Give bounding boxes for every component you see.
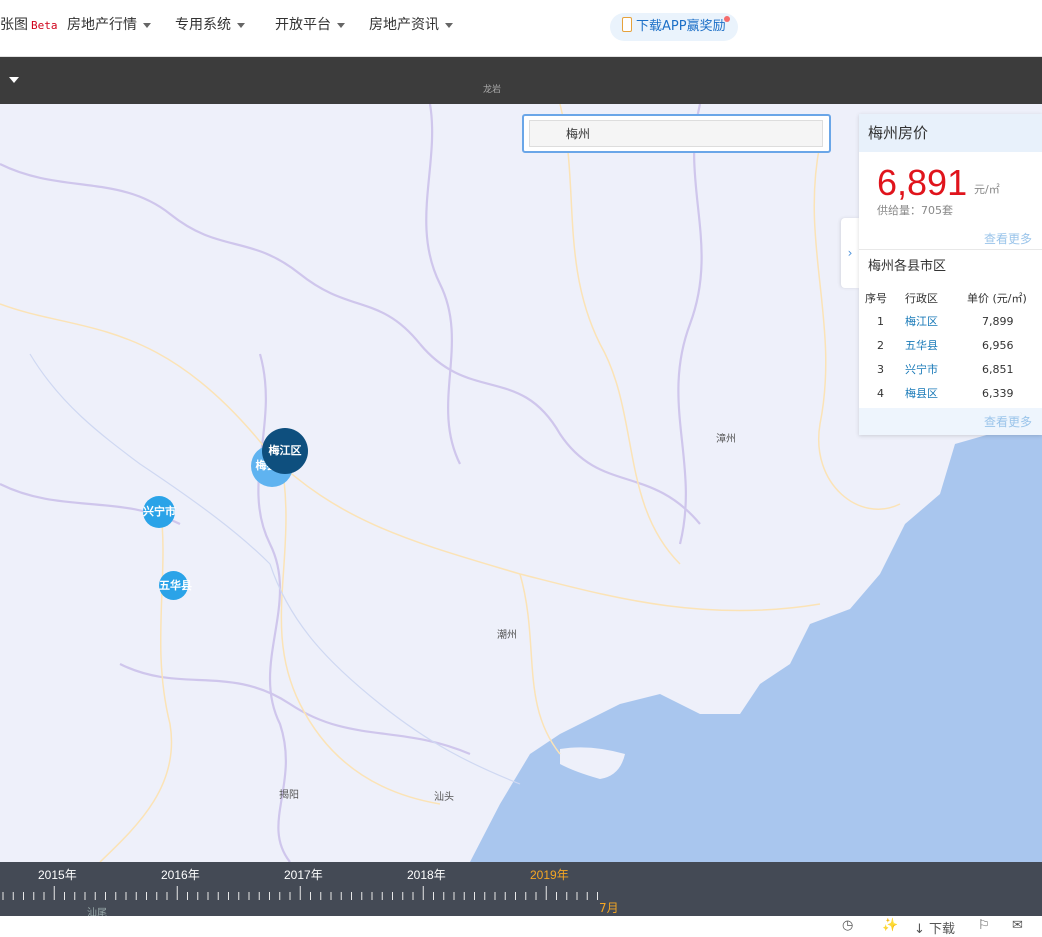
timeline-year[interactable]: 2017年 <box>284 866 323 883</box>
download-button[interactable]: ↓ 下载 <box>914 918 955 937</box>
col-district: 行政区 <box>905 292 938 305</box>
dropdown-icon[interactable] <box>9 77 19 83</box>
row-price: 7,899 <box>982 314 1014 328</box>
district-table: 序号 行政区 单价 (元/㎡) 1 梅江区 7,899 2 五华县 6,956 … <box>864 287 1039 405</box>
share-icon[interactable]: ✉ <box>1012 918 1023 933</box>
map-label: 汕头 <box>434 792 454 803</box>
chevron-down-icon <box>237 22 245 28</box>
timeline-year[interactable]: 2018年 <box>407 866 446 883</box>
col-price: 单价 (元/㎡) <box>967 292 1027 305</box>
row-district-link[interactable]: 五华县 <box>904 333 966 357</box>
row-price: 6,339 <box>982 386 1014 400</box>
row-no: 4 <box>877 386 884 400</box>
map-tools: ◷ ✨ ↓ 下载 ⚐ ✉ <box>0 916 1042 937</box>
notification-dot <box>723 16 730 22</box>
nav-systems[interactable]: 专用系统 <box>175 14 245 34</box>
map-label-longyan: 龙岩 <box>483 85 502 95</box>
bubble-meijiang[interactable]: 梅江区 <box>262 428 308 474</box>
panel-toggle-button[interactable]: › <box>841 218 859 288</box>
row-no: 3 <box>877 362 884 376</box>
chevron-down-icon <box>143 22 151 28</box>
timeline[interactable]: 2015年 2016年 2017年 2018年 2019年 汕尾 7月 <box>0 862 1042 919</box>
row-price: 6,956 <box>982 338 1014 352</box>
phone-icon <box>622 17 632 32</box>
nav-open-platform[interactable]: 开放平台 <box>275 14 345 34</box>
brand-name: 张图 <box>0 17 28 33</box>
brand[interactable]: 张图 Beta <box>0 14 58 34</box>
chevron-right-icon: › <box>847 246 853 260</box>
bubble-wuhua[interactable]: 五华县 <box>159 571 192 600</box>
table-row: 2 五华县 6,956 <box>864 333 1039 357</box>
timeline-year[interactable]: 2016年 <box>161 866 200 883</box>
download-label: 下载 <box>929 922 956 937</box>
district-list-title: 梅州各县市区 <box>868 259 947 274</box>
table-row: 1 梅江区 7,899 <box>864 309 1039 333</box>
nav-systems-label: 专用系统 <box>175 17 231 33</box>
search-box <box>522 114 831 153</box>
timeline-year-active[interactable]: 2019年 <box>530 866 569 883</box>
col-no: 序号 <box>865 292 887 305</box>
map-label: 漳州 <box>716 434 736 445</box>
row-price: 6,851 <box>982 362 1014 376</box>
clock-icon[interactable]: ◷ <box>842 918 853 933</box>
average-price: 6,891 <box>877 162 968 203</box>
supply-count: 供给量：705套 <box>877 204 953 217</box>
sea-area <box>470 424 1042 862</box>
row-district-link[interactable]: 梅江区 <box>904 309 966 333</box>
timeline-current-month: 7月 <box>599 901 619 915</box>
nav-market-label: 房地产行情 <box>67 17 137 33</box>
bubble-xingning[interactable]: 兴宁市 <box>143 496 176 528</box>
map-label: 潮州 <box>497 630 517 641</box>
row-no: 2 <box>877 338 884 352</box>
row-district-link[interactable]: 兴宁市 <box>904 357 966 381</box>
panel-title: 梅州房价 <box>859 114 1042 152</box>
pin-icon[interactable]: ✨ <box>882 918 898 933</box>
row-district-link[interactable]: 梅县区 <box>904 381 966 405</box>
price-unit: 元/㎡ <box>974 183 1000 196</box>
timeline-year[interactable]: 2015年 <box>38 866 77 883</box>
table-row: 4 梅县区 6,339 <box>864 381 1039 405</box>
top-navigation: 张图 Beta 房地产行情 专用系统 开放平台 房地产资讯 下载APP赢奖励 <box>0 0 1042 57</box>
nav-market[interactable]: 房地产行情 <box>67 14 151 34</box>
divider <box>859 249 1042 250</box>
download-icon: ↓ <box>914 922 925 937</box>
price-panel: 梅州房价 6,891 元/㎡ 供给量：705套 查看更多 梅州各县市区 序号 行… <box>859 114 1042 435</box>
nav-open-platform-label: 开放平台 <box>275 17 331 33</box>
table-header: 序号 行政区 单价 (元/㎡) <box>864 287 1039 309</box>
rivers <box>29 353 521 785</box>
nav-news[interactable]: 房地产资讯 <box>369 14 453 34</box>
search-input[interactable] <box>529 120 823 147</box>
bubble-label: 梅江区 <box>268 444 302 457</box>
view-more-districts-link[interactable]: 查看更多 <box>984 413 1032 430</box>
bubble-label: 兴宁市 <box>143 505 176 518</box>
flag-icon[interactable]: ⚐ <box>978 918 990 933</box>
app-download-button[interactable]: 下载APP赢奖励 <box>610 13 738 41</box>
chevron-down-icon <box>445 22 453 28</box>
city-bar: 龙岩 <box>0 57 1042 104</box>
beta-badge: Beta <box>31 19 58 32</box>
view-more-link[interactable]: 查看更多 <box>984 230 1032 247</box>
app-download-label: 下载APP赢奖励 <box>636 19 726 34</box>
bubble-label: 五华县 <box>159 579 192 592</box>
table-row: 3 兴宁市 6,851 <box>864 357 1039 381</box>
map-label: 揭阳 <box>279 790 299 801</box>
nav-news-label: 房地产资讯 <box>369 17 439 33</box>
row-no: 1 <box>877 314 884 328</box>
chevron-down-icon <box>337 22 345 28</box>
